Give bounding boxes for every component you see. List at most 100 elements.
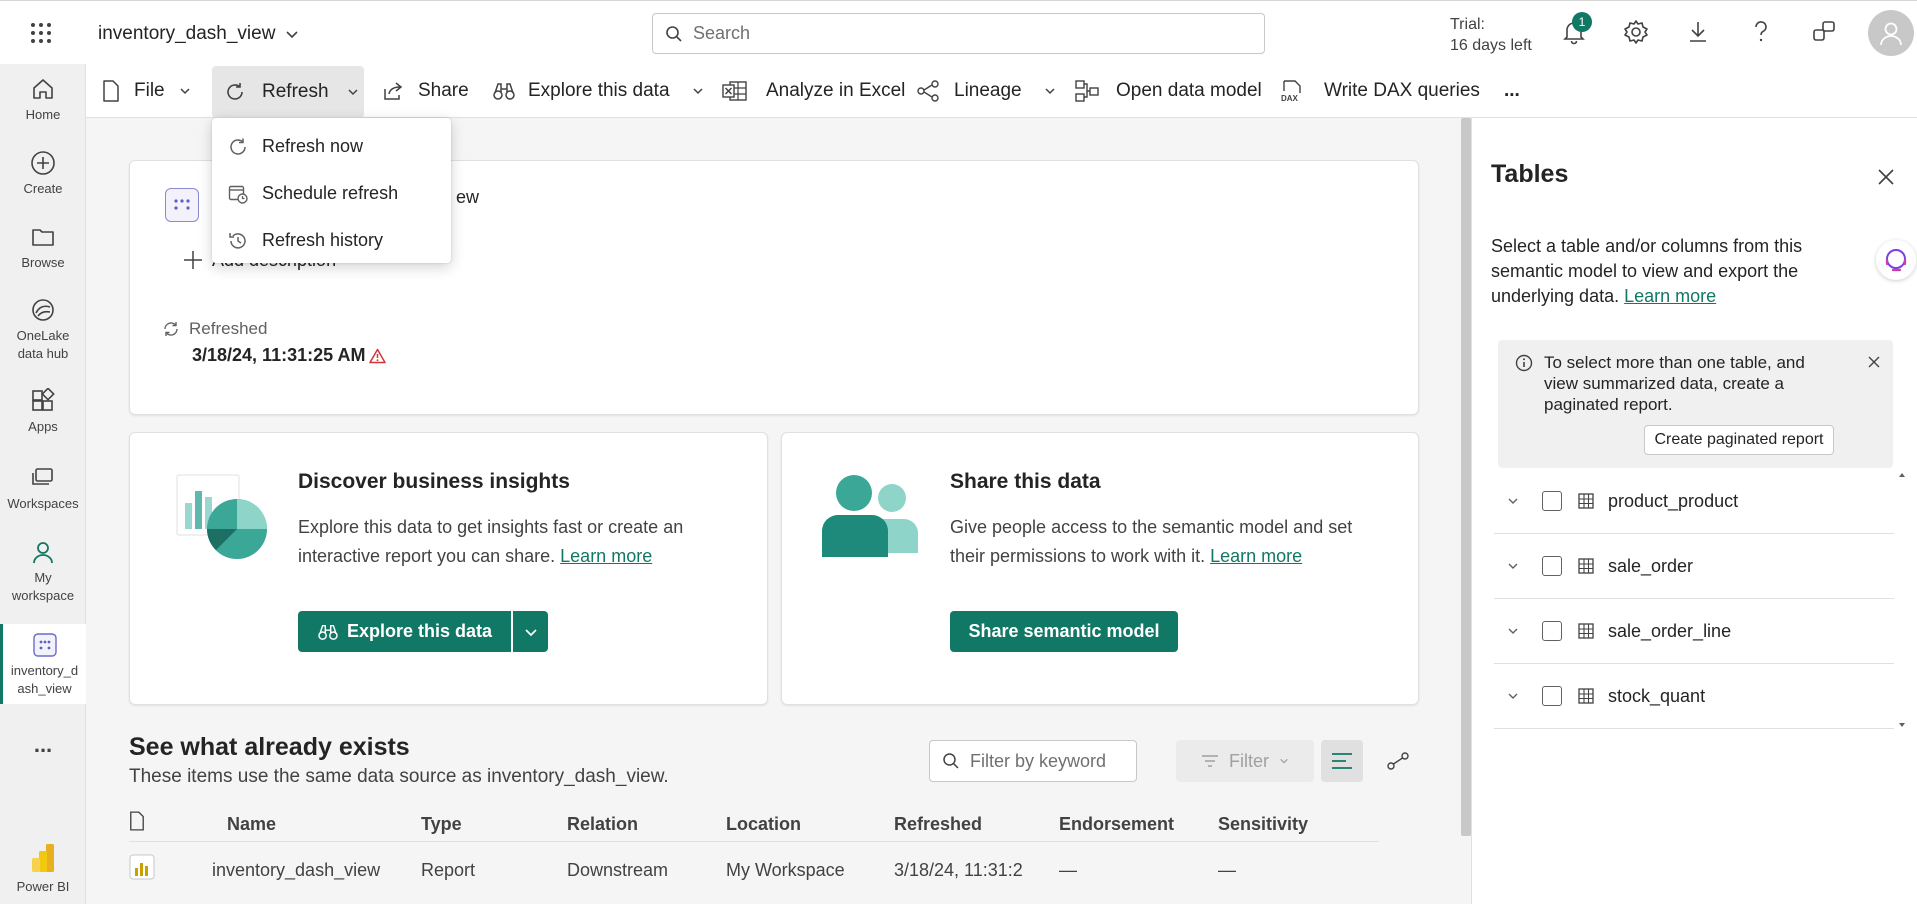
nav-home[interactable]: Home [0,76,86,124]
file-menu-button[interactable]: File [102,64,191,118]
column-header-type[interactable]: Type [421,814,462,835]
chevron-down-icon[interactable] [1506,559,1520,573]
table-grid-icon [1578,623,1594,639]
table-grid-icon [1578,688,1594,704]
nav-apps[interactable]: Apps [0,388,86,436]
list-view-button[interactable] [1321,740,1363,782]
menu-item-refresh-now[interactable]: Refresh now [212,123,451,170]
write-dax-queries-button[interactable]: DAX Write DAX queries [1280,64,1480,118]
dax-icon: DAX [1280,79,1306,103]
share-label: Share [418,80,469,101]
table-checkbox[interactable] [1542,556,1562,576]
table-list-item-sale-order-line[interactable]: sale_order_line [1494,599,1894,664]
row-name[interactable]: inventory_dash_view [212,860,380,881]
gear-icon[interactable] [1623,19,1649,45]
download-icon[interactable] [1686,19,1710,45]
report-icon [129,854,155,880]
explore-this-data-button[interactable]: Explore this data [492,64,704,118]
share-data-card: Share this data Give people access to th… [781,432,1419,705]
refresh-menu-button[interactable]: Refresh [212,66,364,118]
column-header-sensitivity[interactable]: Sensitivity [1218,814,1308,835]
app-name-switcher[interactable]: inventory_dash_view [98,23,299,45]
lineage-icon [916,80,940,102]
refresh-dropdown-menu: Refresh now Schedule refresh Refresh his… [212,118,451,263]
avatar[interactable] [1868,10,1914,56]
tables-panel-description: Select a table and/or columns from this … [1491,234,1821,309]
notification-count-badge: 1 [1572,12,1592,32]
nav-onelake[interactable]: OneLake data hub [0,297,86,363]
menu-item-refresh-history[interactable]: Refresh history [212,217,451,264]
app-launcher-icon[interactable] [30,22,52,44]
nav-workspaces-label: Workspaces [7,496,79,511]
table-list-item-product-product[interactable]: product_product [1494,469,1894,534]
search-input[interactable]: Search [652,13,1265,54]
chevron-down-icon [179,85,191,97]
filter-label: Filter [1229,750,1269,771]
nav-my-workspace[interactable]: My workspace [0,539,86,605]
model-title-fragment: ew [456,187,480,207]
top-bar: inventory_dash_view Search Trial: 16 day… [0,0,1917,64]
folder-icon [30,224,56,250]
analyze-in-excel-button[interactable]: Analyze in Excel [722,64,905,118]
open-model-label: Open data model [1116,80,1262,101]
trial-days-left: 16 days left [1450,37,1532,54]
table-checkbox[interactable] [1542,686,1562,706]
close-icon[interactable] [1877,168,1895,186]
explore-options-chevron-button[interactable] [513,611,548,652]
help-icon[interactable] [1751,19,1771,45]
table-list-item-stock-quant[interactable]: stock_quant [1494,664,1894,729]
column-header-relation[interactable]: Relation [567,814,638,835]
column-header-name[interactable]: Name [227,814,276,835]
row-location: My Workspace [726,860,845,880]
nav-inventory-dash-view[interactable]: inventory_d ash_view [0,624,86,704]
tables-list-scrollbar[interactable] [1897,470,1907,730]
tables-learn-more-link[interactable]: Learn more [1624,286,1716,306]
table-checkbox[interactable] [1542,621,1562,641]
nav-onelake-label: OneLake data hub [16,328,70,361]
svg-text:DAX: DAX [1281,94,1299,103]
nav-create[interactable]: Create [0,150,86,198]
lineage-view-icon[interactable] [1386,750,1410,772]
semantic-model-icon [32,632,58,658]
table-grid-icon [1578,558,1594,574]
tables-panel: Tables Select a table and/or columns fro… [1471,118,1917,904]
chevron-down-icon[interactable] [1506,689,1520,703]
home-icon [30,76,56,102]
insights-learn-more-link[interactable]: Learn more [560,546,652,566]
row-sensitivity: — [1218,860,1236,880]
trial-label: Trial: [1450,16,1485,33]
chevron-down-icon[interactable] [1506,494,1520,508]
main-scrollbar[interactable] [1461,118,1471,836]
chevron-down-icon [692,85,704,97]
column-header-endorsement[interactable]: Endorsement [1059,814,1174,835]
feedback-icon[interactable] [1811,19,1837,45]
menu-item-schedule-refresh[interactable]: Schedule refresh [212,170,451,217]
nav-browse[interactable]: Browse [0,224,86,272]
copilot-assistant-icon[interactable] [1876,240,1916,280]
row-refreshed: 3/18/24, 11:31:2 [894,860,1023,880]
share-semantic-model-button[interactable]: Share semantic model [950,611,1178,652]
share-learn-more-link[interactable]: Learn more [1210,546,1302,566]
filter-keyword-input[interactable]: Filter by keyword [929,740,1137,782]
more-icon[interactable]: ... [0,734,86,756]
table-list-item-sale-order[interactable]: sale_order [1494,534,1894,599]
table-row[interactable]: inventory_dash_view Report Downstream My… [129,843,1379,883]
share-button[interactable]: Share [382,64,469,118]
more-options-button[interactable]: ... [1504,64,1520,118]
lineage-button[interactable]: Lineage [916,64,1056,118]
refresh-label: Refresh [262,81,329,102]
column-header-location[interactable]: Location [726,814,801,835]
chevron-down-icon[interactable] [1506,624,1520,638]
nav-workspaces[interactable]: Workspaces [0,465,86,513]
table-name: sale_order [1608,555,1694,576]
table-checkbox[interactable] [1542,491,1562,511]
left-navigation: Home Create Browse OneLake data hub Apps… [0,64,86,904]
filter-button[interactable]: Filter [1176,740,1314,782]
column-header-refreshed[interactable]: Refreshed [894,814,982,835]
explore-this-data-primary-button[interactable]: Explore this data [298,611,511,652]
create-paginated-report-button[interactable]: Create paginated report [1644,425,1834,455]
warning-icon[interactable] [369,348,387,364]
open-data-model-button[interactable]: Open data model [1074,64,1262,118]
dismiss-info-icon[interactable] [1868,356,1880,368]
power-bi-brand[interactable]: Power BI [0,842,86,896]
